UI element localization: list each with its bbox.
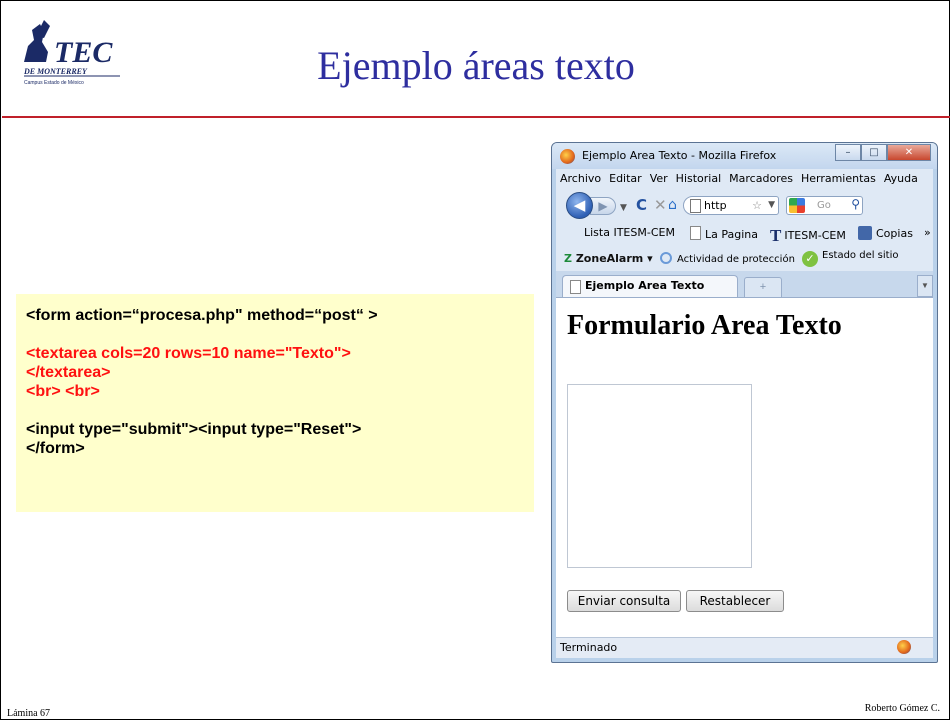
google-icon[interactable] bbox=[789, 198, 805, 213]
minimize-button[interactable]: – bbox=[835, 144, 861, 161]
menu-marcadores[interactable]: Marcadores bbox=[725, 169, 797, 185]
search-placeholder: Go bbox=[817, 200, 831, 211]
code-gap bbox=[26, 401, 522, 420]
status-bar: Terminado bbox=[556, 637, 933, 658]
menu-bar: Archivo Editar Ver Historial Marcadores Herra… bbox=[556, 169, 933, 189]
bookmarks-toolbar: Lista ITESM-CEM La Pagina T ITESM-CEM Cop… bbox=[556, 221, 933, 245]
menu-ayuda[interactable]: Ayuda bbox=[880, 169, 922, 185]
menu-historial[interactable]: Historial bbox=[672, 169, 725, 185]
firefox-icon bbox=[560, 149, 575, 164]
maximize-button[interactable]: □ bbox=[861, 144, 887, 161]
search-icon[interactable]: ⚲ bbox=[851, 196, 860, 213]
reset-button[interactable]: Restablecer bbox=[686, 590, 784, 612]
zonealarm-activity[interactable]: Actividad de protección bbox=[660, 252, 795, 265]
history-dropdown-icon[interactable]: ▼ bbox=[620, 199, 627, 217]
page-icon bbox=[690, 199, 701, 213]
title-divider bbox=[2, 116, 950, 118]
activity-icon bbox=[660, 252, 672, 264]
navigation-toolbar: ▶ ◀ ▼ C ✕ ⌂ http ☆ ▼ Go ⚲ bbox=[556, 189, 933, 221]
window-titlebar[interactable]: Ejemplo Area Texto - Mozilla Firefox – □… bbox=[552, 143, 937, 169]
menu-ver[interactable]: Ver bbox=[646, 169, 672, 185]
close-button[interactable]: ✕ bbox=[887, 144, 931, 161]
bookmarks-more-icon[interactable]: » bbox=[924, 226, 931, 239]
home-icon[interactable]: ⌂ bbox=[668, 196, 677, 214]
new-tab-button[interactable]: + bbox=[744, 277, 782, 297]
page-heading: Formulario Area Texto bbox=[567, 310, 842, 341]
code-gap bbox=[26, 325, 522, 344]
code-example: <form action=“procesa.php" method=“post“… bbox=[16, 294, 534, 512]
tab-strip: Ejemplo Area Texto + ▼ bbox=[556, 271, 933, 298]
tab-list-dropdown-icon[interactable]: ▼ bbox=[917, 275, 933, 297]
url-text: http bbox=[704, 199, 727, 212]
firefox-window: Ejemplo Area Texto - Mozilla Firefox – □… bbox=[551, 142, 938, 663]
texto-textarea[interactable] bbox=[567, 384, 752, 568]
page-icon bbox=[570, 280, 581, 294]
menu-editar[interactable]: Editar bbox=[605, 169, 646, 185]
copias-icon bbox=[858, 226, 872, 240]
reload-icon[interactable]: C bbox=[636, 196, 647, 214]
zonealarm-site-status[interactable]: ✓ Estado del sitio bbox=[802, 250, 898, 267]
menu-herramientas[interactable]: Herramientas bbox=[797, 169, 880, 185]
itesm-icon: T bbox=[770, 226, 782, 245]
submit-button[interactable]: Enviar consulta bbox=[567, 590, 681, 612]
search-box[interactable]: Go ⚲ bbox=[786, 196, 863, 215]
slide-author: Roberto Gómez C. bbox=[864, 703, 940, 714]
url-bar[interactable]: http ☆ ▼ bbox=[683, 196, 779, 215]
code-line-breaks: <br> <br> bbox=[26, 383, 100, 400]
page-content: Formulario Area Texto Enviar consulta Re… bbox=[556, 298, 933, 638]
tab-label: Ejemplo Area Texto bbox=[585, 279, 705, 292]
bookmark-copias[interactable]: Copias bbox=[858, 226, 913, 240]
forward-button[interactable]: ▶ bbox=[590, 197, 616, 215]
bookmark-la-pagina[interactable]: La Pagina bbox=[690, 226, 758, 241]
code-line-inputs: <input type="submit"><input type="Reset"… bbox=[26, 421, 362, 438]
code-line-form-open: <form action=“procesa.php" method=“post“… bbox=[26, 307, 378, 324]
firefox-status-icon bbox=[897, 640, 911, 654]
status-text: Terminado bbox=[560, 641, 618, 654]
code-line-textarea-open: <textarea cols=20 rows=10 name="Texto"> bbox=[26, 345, 351, 362]
tab-ejemplo-area-texto[interactable]: Ejemplo Area Texto bbox=[562, 275, 738, 297]
page-icon bbox=[690, 226, 701, 240]
slide-number: Lámina 67 bbox=[7, 708, 51, 719]
url-dropdown-icon[interactable]: ▼ bbox=[768, 197, 775, 214]
slide-title: Ejemplo áreas texto bbox=[317, 43, 635, 88]
window-title: Ejemplo Area Texto - Mozilla Firefox bbox=[582, 149, 777, 162]
bookmark-lista-itesm[interactable]: Lista ITESM-CEM bbox=[584, 226, 675, 239]
stop-icon[interactable]: ✕ bbox=[654, 196, 667, 214]
code-line-form-close: </form> bbox=[26, 440, 85, 457]
bookmark-star-icon[interactable]: ☆ bbox=[752, 197, 762, 214]
bookmark-itesm-cem[interactable]: T ITESM-CEM bbox=[770, 226, 846, 246]
zonealarm-logo[interactable]: Z ZoneAlarm ▾ bbox=[564, 252, 653, 265]
code-line-textarea-close: </textarea> bbox=[26, 364, 111, 381]
back-button[interactable]: ◀ bbox=[566, 192, 593, 219]
check-icon: ✓ bbox=[802, 251, 818, 267]
zonealarm-toolbar: Z ZoneAlarm ▾ Actividad de protección ✓ E… bbox=[556, 245, 933, 271]
menu-archivo[interactable]: Archivo bbox=[556, 169, 605, 185]
